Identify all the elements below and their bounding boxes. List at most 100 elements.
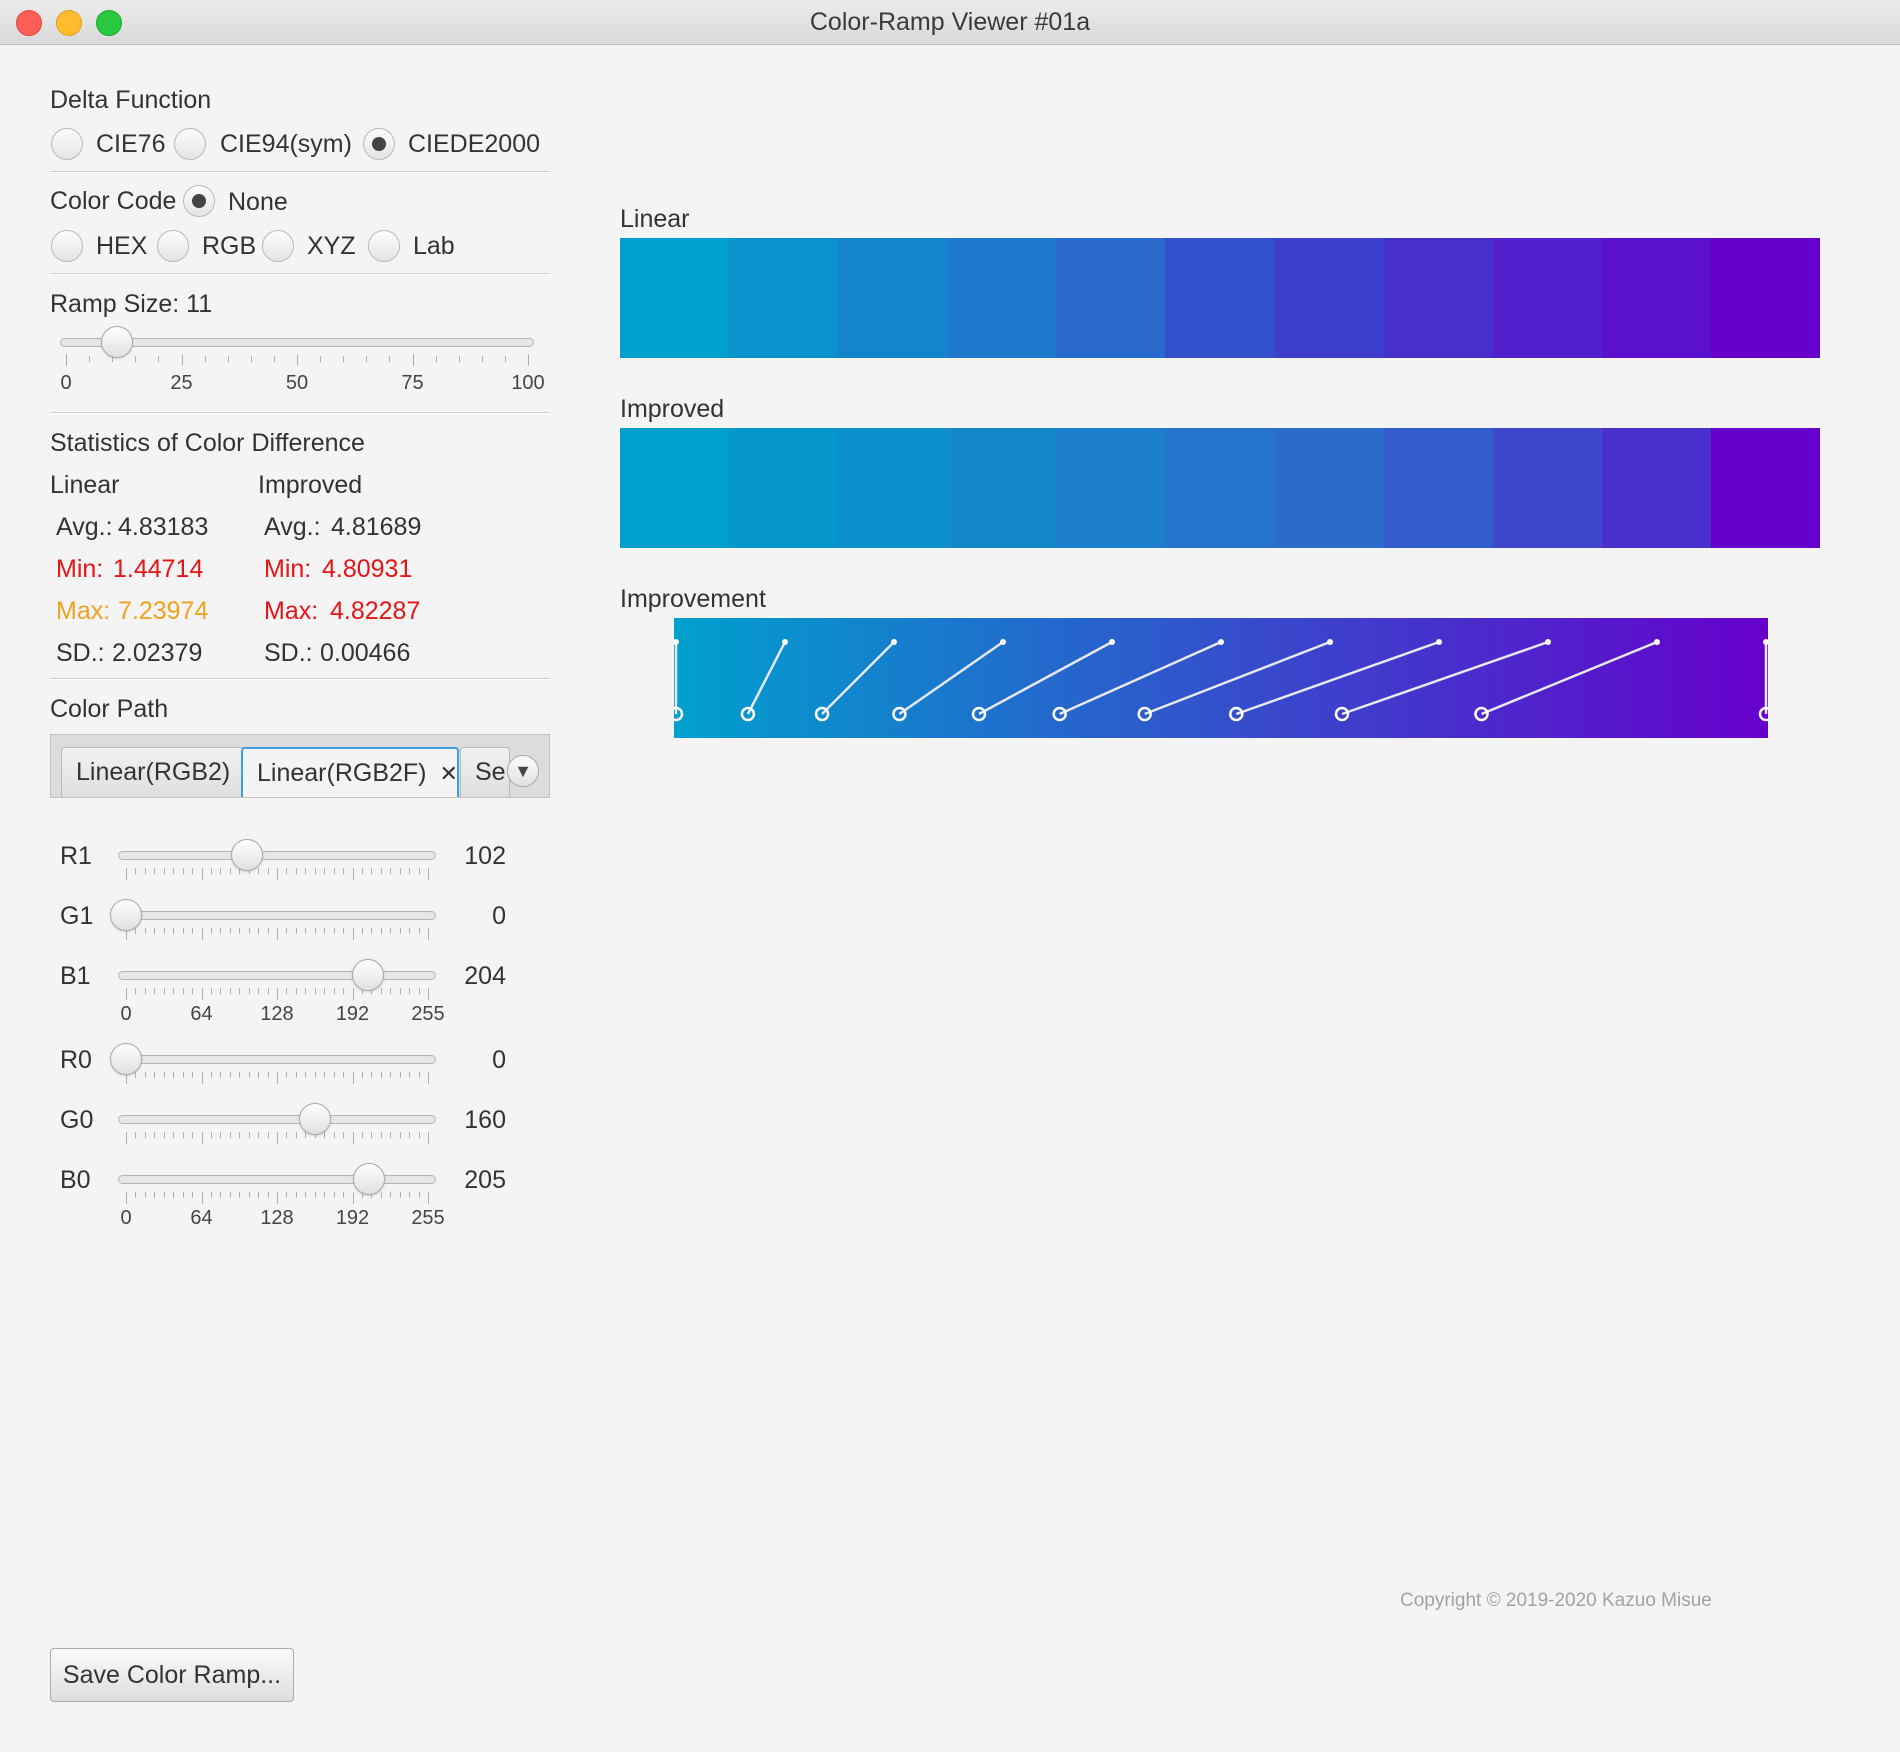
separator [50, 678, 550, 680]
slider-tick [89, 356, 91, 362]
slider-tick [158, 356, 160, 362]
slider-tick [297, 354, 298, 366]
ramp-size-slider[interactable]: 0 25 50 75 100 [60, 326, 545, 398]
slider-tick [504, 356, 506, 362]
ramp-swatch [729, 238, 839, 358]
slider-tick [204, 356, 206, 362]
ramp-size-label: Ramp Size: 11 [50, 290, 213, 318]
linear-min-value: 1.44714 [113, 555, 204, 583]
slider-tick-label: 192 [335, 1207, 370, 1229]
linear-ramp-label: Linear [620, 205, 690, 233]
improved-sd-label: SD.: [264, 639, 313, 667]
linear-point [1218, 639, 1224, 645]
save-color-ramp-button[interactable]: Save Color Ramp... [50, 1648, 294, 1702]
radio-ciede2000[interactable] [363, 128, 395, 160]
improved-ramp [620, 428, 1821, 548]
radio-none[interactable] [183, 185, 215, 217]
color-path-tabbar: Linear(RGB2) Linear(RGB2F) ✕ Se ▼ [50, 734, 550, 798]
ramp-swatch [1383, 428, 1493, 548]
radio-cie76[interactable] [51, 128, 83, 160]
linear-sd-label: SD.: [56, 639, 105, 667]
slider-tick-label: 50 [285, 372, 309, 394]
slider-tick [389, 356, 391, 362]
radio-lab[interactable] [368, 230, 400, 262]
title-bar: Color-Ramp Viewer #01a [0, 0, 1900, 45]
slider-value-g1: 0 [492, 902, 506, 930]
separator [50, 273, 550, 275]
slider-value-r0: 0 [492, 1046, 506, 1074]
slider-tick [250, 356, 252, 362]
slider-tick-label: 128 [260, 1003, 294, 1025]
radio-xyz[interactable] [262, 230, 294, 262]
slider-thumb[interactable] [100, 326, 133, 358]
stats-linear-header: Linear [50, 471, 120, 499]
slider-tick [181, 354, 183, 366]
linear-max-label: Max: [56, 597, 111, 625]
slider-value-b1: 204 [464, 962, 506, 990]
ramp-swatch [1710, 238, 1821, 358]
improvement-gradient [674, 618, 1768, 738]
radio-cie94[interactable] [174, 128, 206, 160]
slider-tick-label: 0 [60, 372, 72, 394]
tab-label: Linear(RGB2) [76, 758, 231, 786]
slider-tick-label: 0 [120, 1207, 132, 1229]
slider-tick [227, 356, 229, 362]
close-tab-icon[interactable]: ✕ [439, 761, 457, 786]
separator [50, 412, 550, 414]
linear-sd-value: 2.02379 [112, 639, 203, 667]
linear-max-value: 7.23974 [118, 597, 209, 625]
ramp-swatch [1492, 238, 1602, 358]
linear-point [1654, 639, 1660, 645]
ramp-swatch [838, 428, 948, 548]
linear-min-label: Min: [56, 555, 104, 583]
slider-value-b0: 205 [464, 1166, 506, 1194]
color-path-label: Color Path [50, 695, 169, 723]
linear-point [891, 639, 897, 645]
tab-linear-rgb2[interactable]: Linear(RGB2) [61, 747, 247, 797]
chevron-down-icon[interactable]: ▼ [507, 755, 539, 787]
linear-point [1000, 639, 1006, 645]
improved-avg-label: Avg.: [264, 513, 321, 541]
radio-lab-label: Lab [413, 232, 455, 260]
slider-tick-label: 0 [120, 1003, 132, 1025]
slider-tick-label: 75 [401, 372, 424, 394]
stats-improved-header: Improved [258, 471, 363, 499]
linear-point [1545, 639, 1551, 645]
statistics-title: Statistics of Color Difference [50, 429, 365, 457]
improved-avg-value: 4.81689 [331, 513, 422, 541]
ramp-swatch [1165, 428, 1275, 548]
ramp-swatch [1492, 428, 1602, 548]
linear-avg-label: Avg.: [56, 513, 113, 541]
tab-label: Linear(RGB2F) [257, 759, 427, 787]
slider-tick [435, 356, 437, 362]
tab-se[interactable]: Se [460, 747, 510, 797]
radio-rgb[interactable] [157, 230, 189, 262]
slider-tick [273, 356, 275, 362]
linear-point [782, 639, 788, 645]
improved-max-label: Max: [264, 597, 319, 625]
slider-tick [343, 356, 345, 362]
slider-tick-label: 64 [190, 1003, 213, 1025]
ramp-swatch [1274, 238, 1384, 358]
delta-function-label: Delta Function [50, 86, 212, 114]
improved-ramp-label: Improved [620, 395, 725, 423]
radio-none-label: None [228, 188, 288, 216]
improved-min-label: Min: [264, 555, 312, 583]
improved-max-value: 4.82287 [330, 597, 421, 625]
slider-tick [412, 354, 414, 366]
improvement-chart [674, 618, 1768, 738]
ramp-swatch [620, 238, 730, 358]
color-code-label: Color Code [50, 187, 177, 215]
radio-hex-label: HEX [96, 232, 148, 260]
radio-hex[interactable] [51, 230, 83, 262]
improvement-label: Improvement [620, 585, 766, 613]
tab-linear-rgb2f[interactable]: Linear(RGB2F) ✕ [241, 747, 459, 797]
linear-avg-value: 4.83183 [118, 513, 209, 541]
ramp-swatch [620, 428, 730, 548]
ramp-swatch [1383, 238, 1493, 358]
ramp-swatch [947, 428, 1057, 548]
slider-tick-label: 192 [335, 1003, 370, 1025]
slider-tick [366, 356, 368, 362]
radio-ciede2000-label: CIEDE2000 [408, 130, 541, 158]
improved-sd-value: 0.00466 [320, 639, 411, 667]
